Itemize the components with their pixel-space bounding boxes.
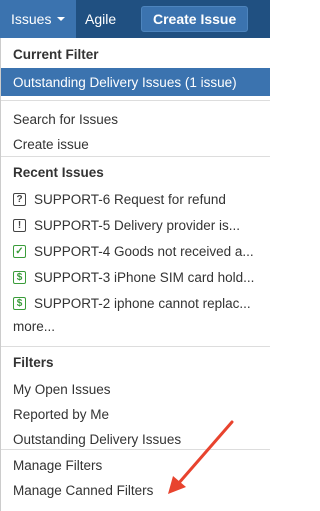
create-issue-link[interactable]: Create issue xyxy=(1,132,270,157)
recent-issue-title: SUPPORT-5 Delivery provider is... xyxy=(34,218,241,233)
chevron-down-icon xyxy=(57,17,66,21)
filters-heading: Filters xyxy=(13,355,54,370)
recent-issue-title: SUPPORT-3 iPhone SIM card hold... xyxy=(34,270,255,285)
recent-issues-section: Recent Issues ? SUPPORT-6 Request for re… xyxy=(1,156,270,346)
dollar-icon: $ xyxy=(13,271,26,284)
annotation-arrow-icon xyxy=(168,420,234,494)
recent-issues-heading: Recent Issues xyxy=(13,165,104,180)
search-for-issues-link[interactable]: Search for Issues xyxy=(1,107,270,132)
top-navigation-bar: Issues Agile Create Issue xyxy=(0,0,270,38)
recent-issue-item[interactable]: ! SUPPORT-5 Delivery provider is... xyxy=(1,210,270,236)
recent-issue-title: SUPPORT-2 iphone cannot replac... xyxy=(34,296,251,311)
current-filter-heading: Current Filter xyxy=(13,47,99,62)
check-icon: ✓ xyxy=(13,245,26,258)
dollar-icon: $ xyxy=(13,297,26,310)
current-filter-section: Current Filter Outstanding Delivery Issu… xyxy=(1,38,270,100)
recent-issue-item[interactable]: $ SUPPORT-3 iPhone SIM card hold... xyxy=(1,262,270,288)
recent-issue-item[interactable]: ? SUPPORT-6 Request for refund xyxy=(1,184,270,210)
agile-menu[interactable]: Agile xyxy=(85,0,116,38)
create-issue-button[interactable]: Create Issue xyxy=(141,6,249,32)
recent-issue-item[interactable]: ✓ SUPPORT-4 Goods not received a... xyxy=(1,236,270,262)
more-recent-issues-link[interactable]: more... xyxy=(1,314,270,340)
current-filter-item[interactable]: Outstanding Delivery Issues (1 issue) xyxy=(1,68,270,96)
issue-actions-section: Search for Issues Create issue xyxy=(1,100,270,156)
issues-menu-label: Issues xyxy=(11,11,52,27)
issues-menu[interactable]: Issues xyxy=(0,0,76,38)
recent-issue-item[interactable]: $ SUPPORT-2 iphone cannot replac... xyxy=(1,288,270,314)
question-icon: ? xyxy=(13,193,26,206)
recent-issue-title: SUPPORT-6 Request for refund xyxy=(34,192,226,207)
exclamation-icon: ! xyxy=(13,219,26,232)
filter-my-open-issues[interactable]: My Open Issues xyxy=(1,377,270,402)
recent-issue-title: SUPPORT-4 Goods not received a... xyxy=(34,244,254,259)
